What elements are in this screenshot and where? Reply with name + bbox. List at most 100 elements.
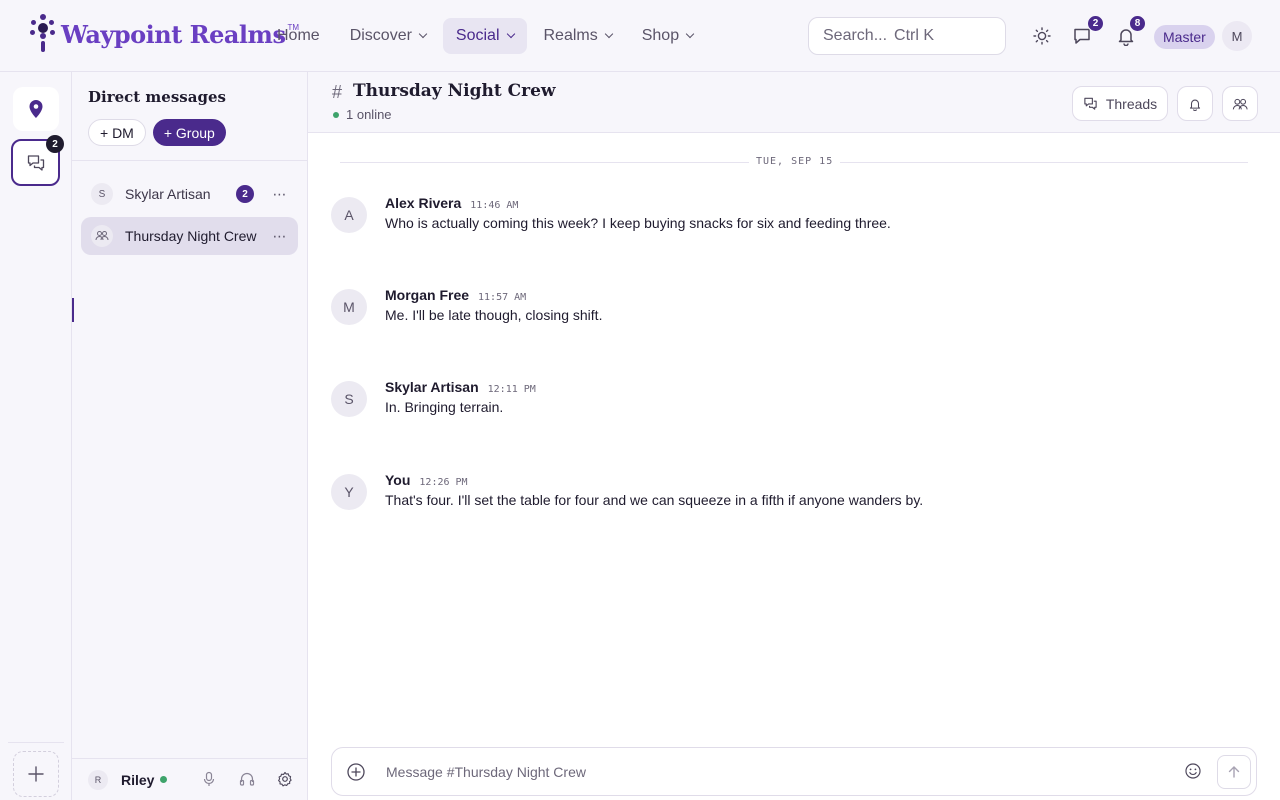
add-attachment-icon[interactable] (346, 762, 366, 782)
user-avatar[interactable]: M (1222, 21, 1252, 51)
nav-home[interactable]: Home (264, 18, 333, 54)
threads-button[interactable]: Threads (1072, 86, 1168, 121)
message-meta: Morgan Free 11:57 AM (385, 287, 526, 303)
group-avatar (91, 225, 113, 247)
new-dm-button[interactable]: + DM (88, 119, 146, 146)
message-meta: Alex Rivera 11:46 AM (385, 195, 518, 211)
message-text: In. Bringing terrain. (385, 399, 504, 415)
search-placeholder: Search... (823, 27, 888, 44)
chevron-down-icon (604, 29, 613, 39)
chevron-down-icon (685, 29, 695, 39)
headphones-icon[interactable] (239, 771, 255, 787)
user-footer: R Riley (72, 758, 307, 800)
message-timestamp: 11:57 AM (478, 292, 527, 303)
avatar[interactable]: S (331, 381, 367, 417)
microphone-icon[interactable] (201, 771, 217, 787)
left-rail: 2 (0, 72, 72, 800)
online-count: 1 online (332, 107, 392, 122)
realms-rail-button[interactable] (13, 87, 59, 131)
nav-social-label: Social (455, 27, 500, 44)
message-timestamp: 12:26 PM (419, 477, 468, 488)
more-options-icon[interactable]: ⋯ (270, 228, 290, 245)
message-meta: You 12:26 PM (385, 472, 468, 488)
current-user-name: Riley (121, 771, 155, 788)
message-text: That's four. I'll set the table for four… (385, 492, 924, 508)
bell-icon (1189, 99, 1201, 111)
arrow-up-icon (1228, 766, 1240, 778)
message-author[interactable]: Morgan Free (385, 287, 469, 303)
gear-icon[interactable] (277, 771, 293, 787)
threads-icon (1084, 97, 1097, 110)
main-nav: Home Discover Social Realms Shop (264, 18, 706, 54)
avatar: R (88, 769, 108, 790)
message-meta: Skylar Artisan 12:11 PM (385, 379, 536, 395)
send-button[interactable] (1217, 755, 1251, 789)
avatar: S (91, 183, 113, 205)
nav-discover[interactable]: Discover (337, 18, 439, 54)
nav-shop[interactable]: Shop (629, 18, 706, 54)
search-input[interactable]: Search... Ctrl K (808, 17, 1006, 55)
direct-messages-rail-button[interactable]: 2 (11, 135, 64, 186)
dm-item-skylar-artisan[interactable]: S Skylar Artisan 2 ⋯ (81, 175, 298, 213)
chevron-down-icon (506, 29, 515, 39)
members-icon (1232, 98, 1248, 109)
online-status-dot (333, 111, 339, 118)
members-button[interactable] (1222, 86, 1258, 121)
message-text: Who is actually coming this week? I keep… (385, 215, 891, 231)
group-icon (95, 231, 109, 241)
message-author[interactable]: You (385, 472, 410, 488)
avatar[interactable]: M (331, 289, 367, 325)
notifications-button[interactable]: 8 (1112, 15, 1146, 50)
messages-button[interactable]: 2 (1068, 15, 1104, 50)
unread-badge: 2 (236, 185, 254, 203)
dm-item-label: Thursday Night Crew (125, 228, 257, 244)
top-navigation-bar: Waypoint Realms TM Home Discover Social … (0, 0, 1280, 72)
brand-name: Waypoint Realms (61, 19, 286, 49)
role-badge: Master (1154, 25, 1215, 49)
divider (72, 160, 307, 161)
rail-chat-badge: 2 (46, 135, 64, 153)
message-item: A Alex Rivera 11:46 AM Who is actually c… (331, 195, 1251, 239)
dm-item-thursday-night-crew[interactable]: Thursday Night Crew ⋯ (81, 217, 298, 255)
rail-divider (8, 742, 64, 743)
sun-icon (1033, 27, 1051, 45)
online-count-label: 1 online (346, 107, 392, 122)
more-options-icon[interactable]: ⋯ (270, 186, 290, 203)
message-composer[interactable]: Message #Thursday Night Crew (331, 747, 1257, 796)
avatar[interactable]: Y (331, 474, 367, 510)
message-author[interactable]: Alex Rivera (385, 195, 461, 211)
new-group-button[interactable]: + Group (152, 119, 226, 146)
message-input-placeholder: Message #Thursday Night Crew (386, 764, 586, 780)
theme-toggle-button[interactable] (1028, 22, 1056, 50)
brand-logo[interactable]: Waypoint Realms TM (30, 14, 299, 54)
threads-label: Threads (1105, 95, 1158, 112)
message-timestamp: 12:11 PM (487, 384, 536, 395)
message-text: Me. I'll be late though, closing shift. (385, 307, 603, 323)
message-item: S Skylar Artisan 12:11 PM In. Bringing t… (331, 379, 1251, 423)
map-pin-icon (29, 100, 43, 118)
brand-mark-icon (30, 14, 56, 54)
search-shortcut: Ctrl K (894, 27, 935, 44)
message-timestamp: 11:46 AM (470, 200, 519, 211)
chevron-down-icon (418, 29, 428, 39)
plus-icon (28, 766, 44, 782)
mute-notifications-button[interactable] (1177, 86, 1213, 121)
nav-realms[interactable]: Realms (531, 18, 625, 54)
nav-social[interactable]: Social (442, 18, 527, 54)
nav-realms-label: Realms (543, 27, 598, 44)
notifications-badge: 8 (1129, 15, 1146, 32)
active-indicator (72, 298, 74, 322)
message-author[interactable]: Skylar Artisan (385, 379, 479, 395)
nav-discover-label: Discover (349, 27, 412, 44)
dm-actions: + DM + Group (88, 119, 226, 146)
hash-icon: # (332, 82, 343, 102)
avatar[interactable]: A (331, 197, 367, 233)
messages-badge: 2 (1087, 15, 1104, 32)
nav-home-label: Home (277, 27, 320, 44)
add-realm-button[interactable] (13, 751, 59, 797)
emoji-icon[interactable] (1184, 762, 1202, 780)
message-list: TUE, SEP 15 A Alex Rivera 11:46 AM Who i… (308, 133, 1280, 747)
channel-header: # Thursday Night Crew 1 online Threads (308, 72, 1280, 133)
chat-bubbles-icon (27, 154, 44, 171)
voice-controls (201, 771, 293, 787)
